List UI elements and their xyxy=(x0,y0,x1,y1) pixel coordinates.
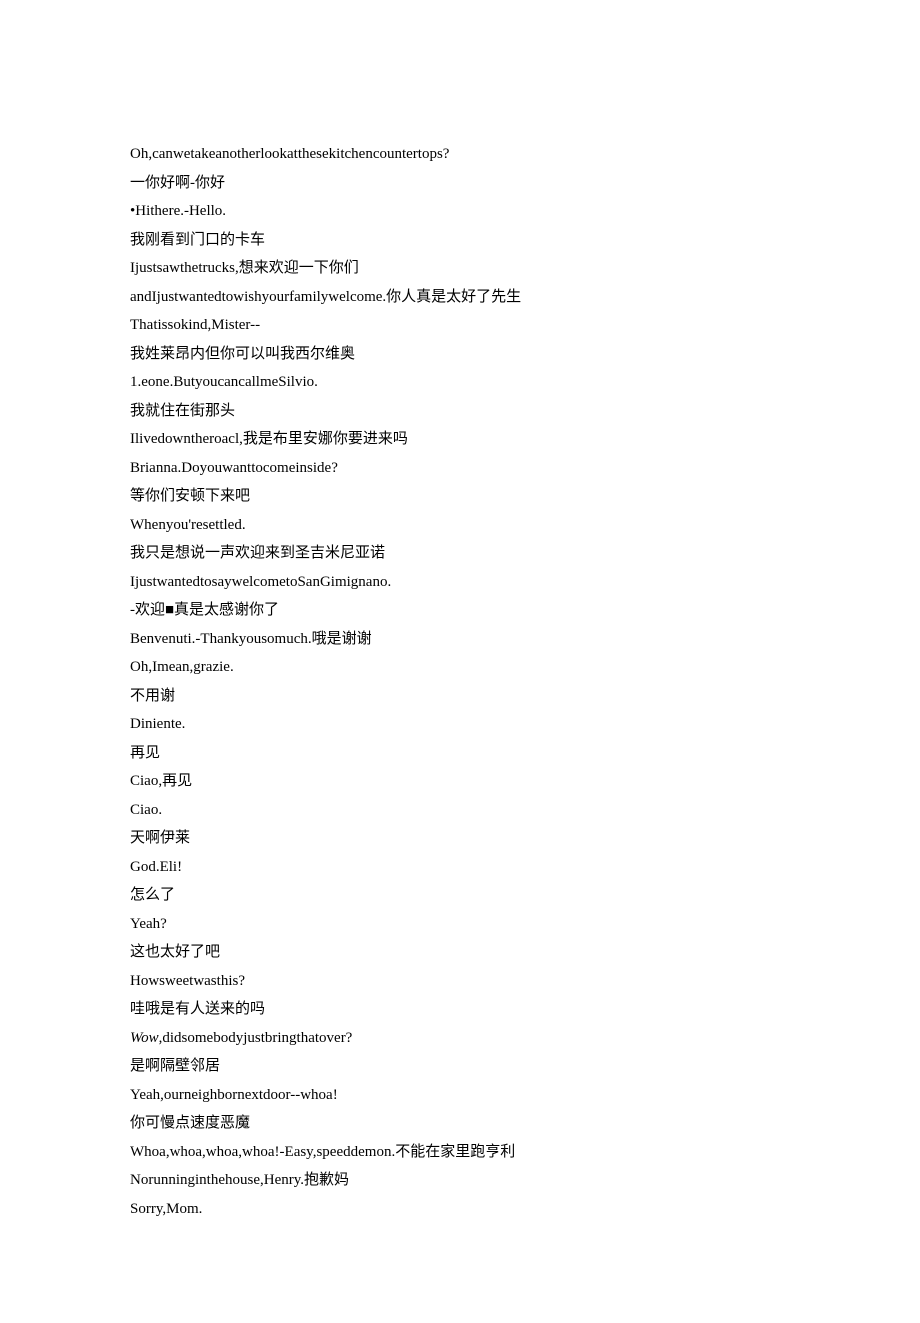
text-line: Ilivedowntheroacl,我是布里安娜你要进来吗 xyxy=(130,425,790,454)
text-line: Whenyou'resettled. xyxy=(130,511,790,540)
text-line: God.Eli! xyxy=(130,853,790,882)
text-line: 哇哦是有人送来的吗 xyxy=(130,995,790,1024)
text-line: 我姓莱昂内但你可以叫我西尔维奥 xyxy=(130,340,790,369)
text-line: Ciao,再见 xyxy=(130,767,790,796)
text-line: Yeah,ourneighbornextdoor--whoa! xyxy=(130,1081,790,1110)
text-line: 不用谢 xyxy=(130,682,790,711)
text-line: 天啊伊莱 xyxy=(130,824,790,853)
text-line: Ciao. xyxy=(130,796,790,825)
text-line: Sorry,Mom. xyxy=(130,1195,790,1224)
text-line: 我只是想说一声欢迎来到圣吉米尼亚诺 xyxy=(130,539,790,568)
text-line: -欢迎■真是太感谢你了 xyxy=(130,596,790,625)
text-line: Norunninginthehouse,Henry.抱歉妈 xyxy=(130,1166,790,1195)
text-line: 你可慢点速度恶魔 xyxy=(130,1109,790,1138)
text-line: Oh,canwetakeanotherlookatthesekitchencou… xyxy=(130,140,790,169)
text-line: •Hithere.-Hello. xyxy=(130,197,790,226)
text-line: Diniente. xyxy=(130,710,790,739)
document-body: Oh,canwetakeanotherlookatthesekitchencou… xyxy=(130,140,790,1223)
text-line: Oh,Imean,grazie. xyxy=(130,653,790,682)
text-line: 怎么了 xyxy=(130,881,790,910)
text-line: Yeah? xyxy=(130,910,790,939)
text-line: Whoa,whoa,whoa,whoa!-Easy,speeddemon.不能在… xyxy=(130,1138,790,1167)
text-line: 我就住在街那头 xyxy=(130,397,790,426)
text-line: Thatissokind,Mister-- xyxy=(130,311,790,340)
text-line: Howsweetwasthis? xyxy=(130,967,790,996)
text-line: 再见 xyxy=(130,739,790,768)
text-line: 一你好啊-你好 xyxy=(130,169,790,198)
text-line: Wow,didsomebodyjustbringthatover? xyxy=(130,1024,790,1053)
text-line: Ijustsawthetrucks,想来欢迎一下你们 xyxy=(130,254,790,283)
text-line: 是啊隔壁邻居 xyxy=(130,1052,790,1081)
text-line: Benvenuti.-Thankyousomuch.哦是谢谢 xyxy=(130,625,790,654)
text-line: 等你们安顿下来吧 xyxy=(130,482,790,511)
text-line: andIjustwantedtowishyourfamilywelcome.你人… xyxy=(130,283,790,312)
text-line: 这也太好了吧 xyxy=(130,938,790,967)
text-line: Brianna.Doyouwanttocomeinside? xyxy=(130,454,790,483)
document-page: Oh,canwetakeanotherlookatthesekitchencou… xyxy=(0,0,920,1323)
text-line: 1.eone.ButyoucancallmeSilvio. xyxy=(130,368,790,397)
text-line: 我刚看到门口的卡车 xyxy=(130,226,790,255)
text-line: IjustwantedtosaywelcometoSanGimignano. xyxy=(130,568,790,597)
